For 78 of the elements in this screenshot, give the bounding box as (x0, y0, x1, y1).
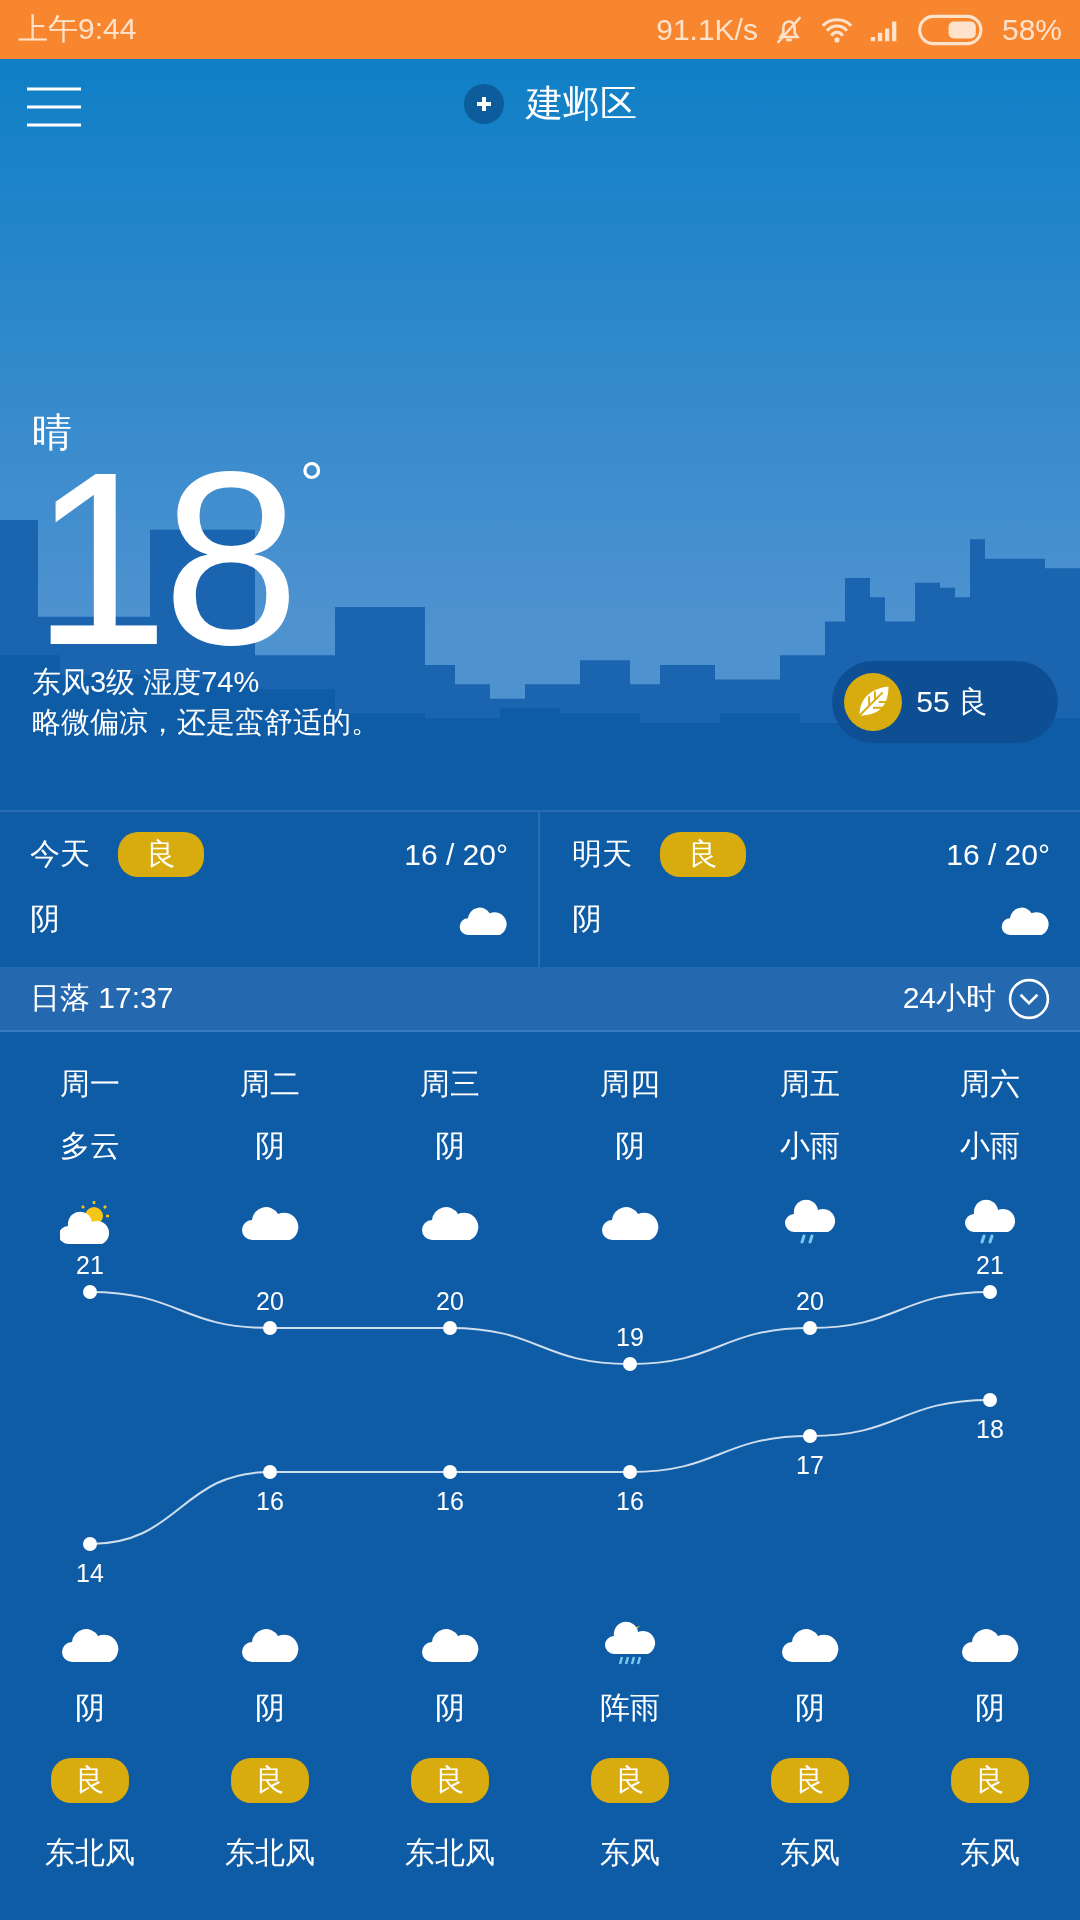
add-location-icon[interactable] (463, 84, 504, 124)
night-condition: 阴 (435, 1690, 465, 1726)
temperature-label: 16 (256, 1487, 284, 1515)
data-point (983, 1285, 997, 1299)
temperature-range: 16 / 20° (946, 837, 1050, 872)
sunset-time: 日落 17:37 (30, 980, 174, 1016)
data-point (263, 1465, 277, 1479)
night-condition: 阴 (75, 1690, 105, 1726)
weekday-label: 周三 (420, 1066, 480, 1102)
air-quality-tag: 良 (411, 1758, 489, 1803)
degree-unit: ° (299, 449, 324, 519)
data-point (263, 1321, 277, 1335)
wind-direction: 东风 (600, 1835, 660, 1871)
comfort-comment: 略微偏凉，还是蛮舒适的。 (32, 705, 380, 740)
menu-icon[interactable] (27, 87, 81, 127)
temperature-label: 21 (976, 1252, 1004, 1279)
temperature-label: 19 (616, 1323, 644, 1351)
data-point (623, 1357, 637, 1371)
data-point (983, 1393, 997, 1407)
data-point (83, 1537, 97, 1551)
temperature-label: 14 (76, 1559, 104, 1587)
hourly-toggle-button[interactable]: 24小时 (902, 977, 1050, 1020)
day-condition: 阴 (255, 1128, 285, 1164)
wind-humidity: 东风3级 湿度74% (32, 665, 261, 700)
data-point (623, 1465, 637, 1479)
day-condition: 阴 (615, 1128, 645, 1164)
air-quality-tag: 良 (231, 1758, 309, 1803)
air-quality-tag: 良 (951, 1758, 1029, 1803)
air-quality-tag: 良 (771, 1758, 849, 1803)
day-condition: 阴 (435, 1128, 465, 1164)
weekday-label: 周五 (780, 1066, 840, 1102)
location-title[interactable]: 建邺区 (525, 79, 637, 129)
day-condition: 阴 (30, 901, 60, 937)
day-summary-card[interactable]: 今天 良 16 / 20° 阴 (0, 812, 538, 967)
temperature-label: 20 (796, 1287, 824, 1315)
temperature-label: 20 (436, 1287, 464, 1315)
data-point (803, 1321, 817, 1335)
weekday-label: 周六 (960, 1066, 1020, 1102)
temperature-label: 20 (256, 1287, 284, 1315)
weekday-label: 周一 (60, 1066, 120, 1102)
weather-condition: 晴 (32, 409, 73, 456)
wind-direction: 东北风 (405, 1835, 495, 1871)
temperature-label: 16 (616, 1487, 644, 1515)
weekday-label: 周二 (240, 1066, 300, 1102)
night-condition: 阵雨 (600, 1690, 660, 1726)
status-time: 上午9:44 (18, 11, 137, 47)
leaf-icon (844, 673, 903, 731)
temperature-label: 21 (76, 1252, 104, 1279)
air-quality-tag: 良 (118, 832, 204, 877)
night-condition: 阴 (255, 1690, 285, 1726)
data-point (83, 1285, 97, 1299)
weekday-label: 周四 (600, 1066, 660, 1102)
data-point (443, 1465, 457, 1479)
day-label: 明天 (572, 836, 632, 872)
wind-direction: 东北风 (45, 1835, 135, 1871)
night-condition: 阴 (975, 1690, 1005, 1726)
air-quality-tag: 良 (51, 1758, 129, 1803)
network-speed: 91.1K/s (656, 12, 758, 47)
chevron-down-icon (1008, 977, 1050, 1020)
wind-direction: 东北风 (225, 1835, 315, 1871)
day-condition: 小雨 (780, 1128, 840, 1164)
air-quality-button[interactable]: 55 良 (832, 661, 1058, 743)
day-condition: 多云 (60, 1128, 120, 1164)
air-quality-tag: 良 (591, 1758, 669, 1803)
temperature-label: 16 (436, 1487, 464, 1515)
wind-direction: 东风 (960, 1835, 1020, 1871)
day-condition: 阴 (572, 901, 602, 937)
temperature-range: 16 / 20° (404, 837, 508, 872)
night-condition: 阴 (795, 1690, 825, 1726)
data-point (443, 1321, 457, 1335)
temperature-label: 18 (976, 1415, 1004, 1443)
day-label: 今天 (30, 836, 90, 872)
battery-percent: 58% (1001, 12, 1062, 47)
day-condition: 小雨 (960, 1128, 1020, 1164)
wind-direction: 东风 (780, 1835, 840, 1871)
data-point (803, 1429, 817, 1443)
air-quality-tag: 良 (660, 832, 746, 877)
temperature-label: 17 (796, 1451, 824, 1479)
